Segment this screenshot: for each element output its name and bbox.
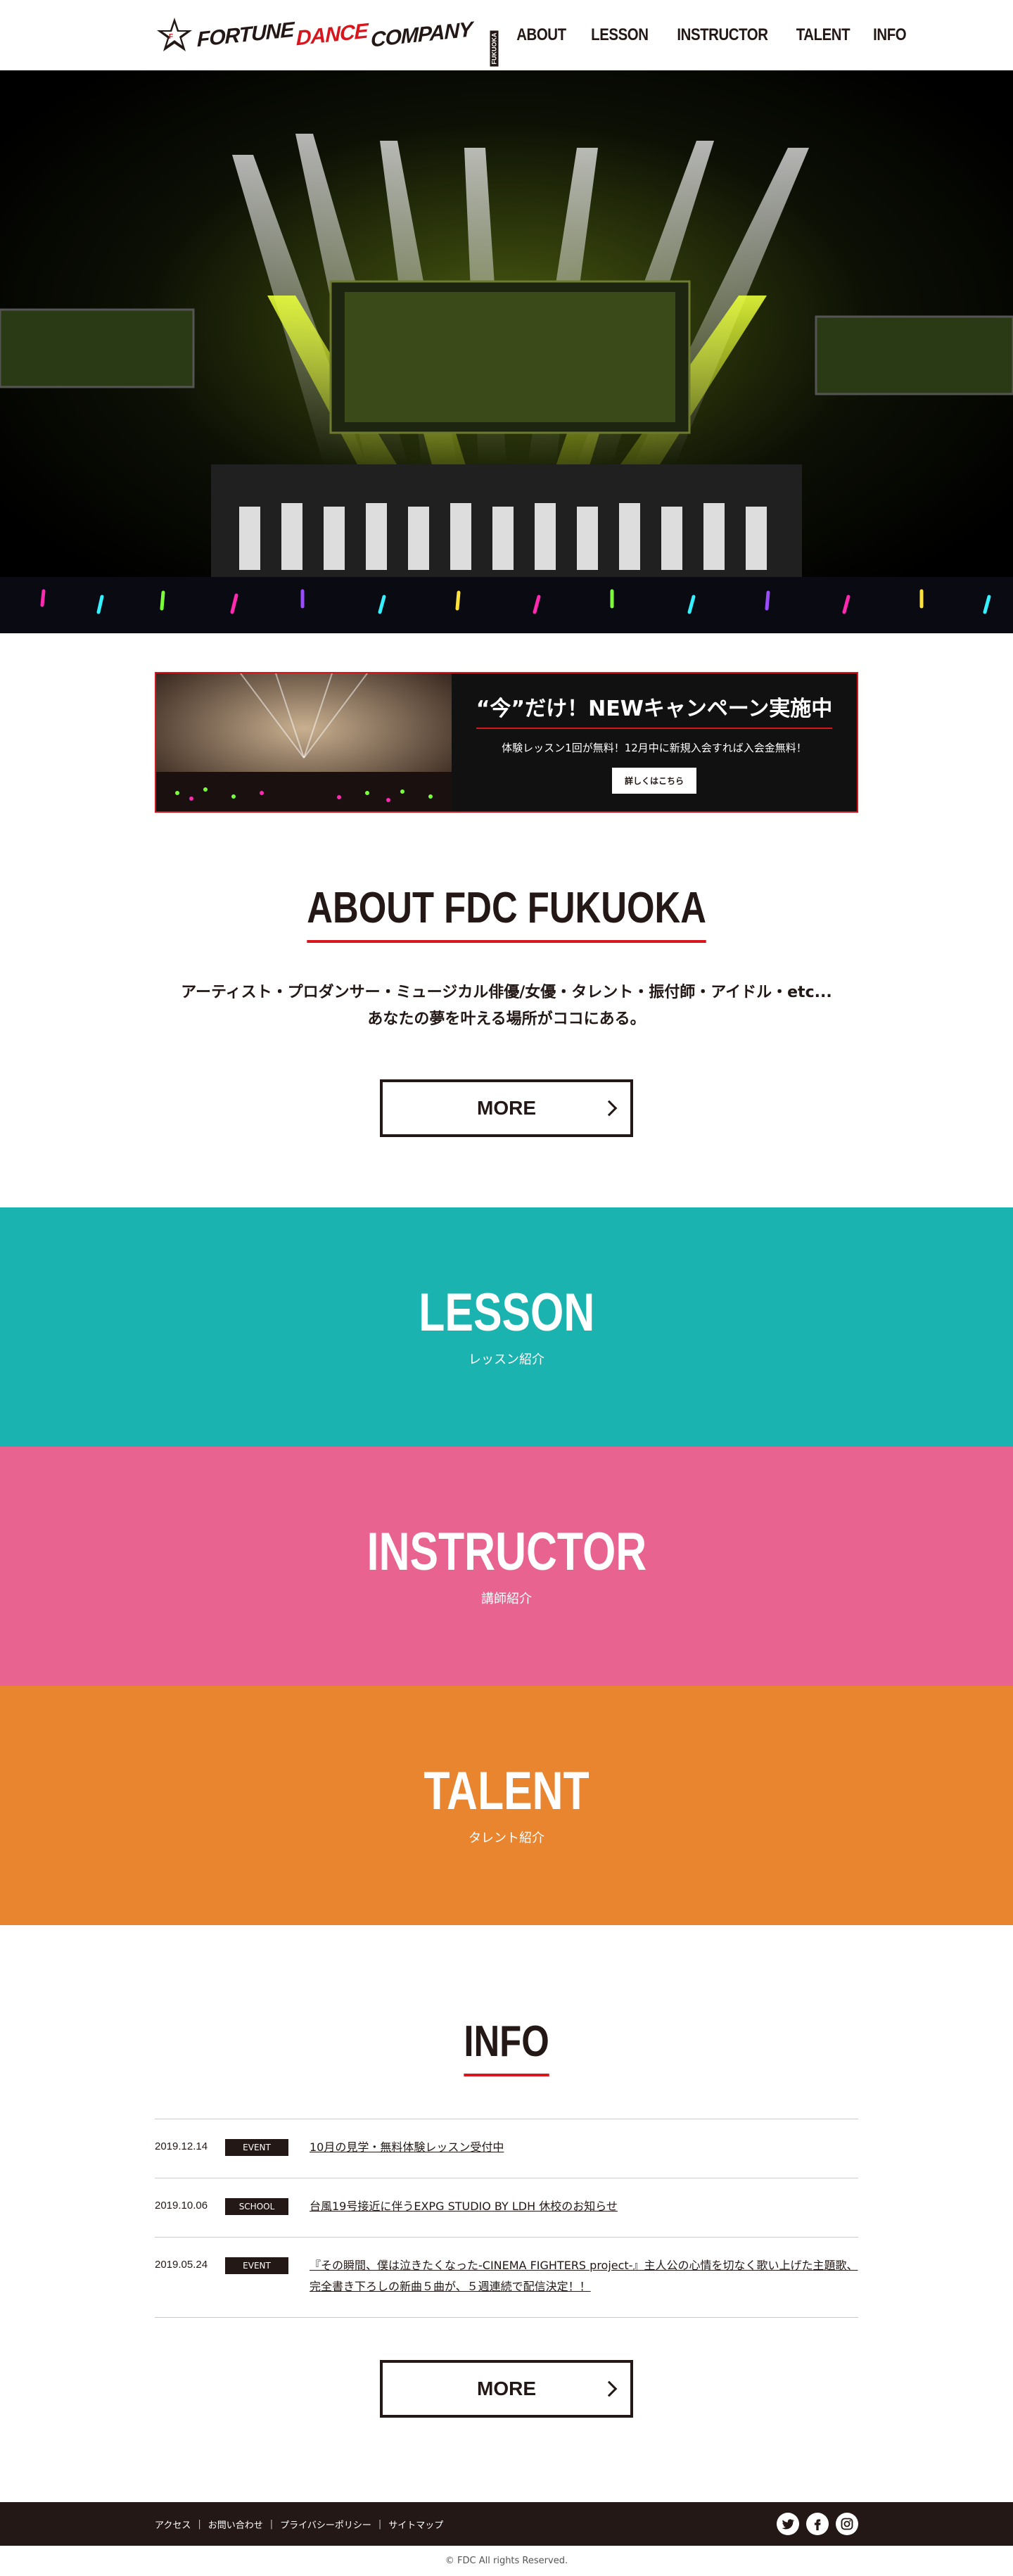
talent-panel[interactable]: TALENT タレント紹介 [0, 1686, 1013, 1925]
info-date: 2019.10.06 [155, 2200, 208, 2212]
talent-title: TALENT [423, 1761, 590, 1821]
info-item: 2019.05.24 EVENT 『その瞬間、僕は泣きたくなった-CINEMA … [155, 2238, 858, 2318]
info-title: INFO [464, 2017, 549, 2076]
logo-word-company: COMPANY [371, 18, 473, 52]
main-nav: ABOUT LESSON INSTRUCTOR TALENT INFO [512, 25, 909, 45]
instructor-panel[interactable]: INSTRUCTOR 講師紹介 [0, 1447, 1013, 1686]
campaign-details-button[interactable]: 詳しくはこちら [611, 768, 696, 794]
campaign-section: “今”だけ！NEWキャンペーン実施中 体験レッスン1回が無料！12月中に新規入会… [0, 633, 1013, 813]
footer-link-sitemap[interactable]: サイトマップ [388, 2518, 443, 2531]
info-link[interactable]: 10月の見学・無料体験レッスン受付中 [310, 2137, 858, 2158]
footer-separator: | [378, 2518, 382, 2530]
about-text-line2: あなたの夢を叶える場所がココにある。 [367, 1010, 646, 1028]
about-more-label: MORE [477, 1097, 536, 1119]
footer-separator: | [198, 2518, 201, 2530]
chevron-right-icon [601, 1100, 618, 1117]
info-item: 2019.12.14 EVENT 10月の見学・無料体験レッスン受付中 [155, 2119, 858, 2178]
instructor-subtitle: 講師紹介 [481, 1592, 532, 1606]
nav-info[interactable]: INFO [873, 25, 906, 45]
logo-word-fortune: FORTUNE [197, 18, 294, 52]
chevron-right-icon [601, 2380, 618, 2397]
logo-tag-fukuoka: FUKUOKA [490, 30, 499, 67]
hero-image [0, 70, 1013, 633]
info-link[interactable]: 『その瞬間、僕は泣きたくなった-CINEMA FIGHTERS project-… [310, 2255, 858, 2297]
info-section: INFO 2019.12.14 EVENT 10月の見学・無料体験レッスン受付中… [0, 1925, 1013, 2418]
info-list: 2019.12.14 EVENT 10月の見学・無料体験レッスン受付中 2019… [155, 2119, 858, 2318]
site-logo[interactable]: F FORTUNE DANCE COMPANY FUKUOKA [155, 11, 512, 67]
info-item: 2019.10.06 SCHOOL 台風19号接近に伴うEXPG STUDIO … [155, 2178, 858, 2238]
footer-separator: | [269, 2518, 274, 2530]
lesson-panel[interactable]: LESSON レッスン紹介 [0, 1207, 1013, 1447]
instagram-icon[interactable] [836, 2513, 858, 2535]
footer-link-privacy[interactable]: プライバシーポリシー [280, 2518, 371, 2531]
talent-subtitle: タレント紹介 [469, 1831, 544, 1846]
lesson-subtitle: レッスン紹介 [469, 1352, 544, 1367]
info-date: 2019.12.14 [155, 2140, 208, 2152]
about-section: ABOUT FDC FUKUOKA アーティスト・プロダンサー・ミュージカル俳優… [0, 813, 1013, 1207]
footer-link-contact[interactable]: お問い合わせ [208, 2518, 263, 2531]
copyright: © FDC All rights Reserved. [445, 2556, 568, 2566]
about-more-button[interactable]: MORE [380, 1079, 633, 1137]
footer-links: アクセス | お問い合わせ | プライバシーポリシー | サイトマップ [155, 2518, 443, 2531]
twitter-icon[interactable] [777, 2513, 799, 2535]
info-date: 2019.05.24 [155, 2259, 208, 2271]
lesson-title: LESSON [419, 1283, 594, 1343]
site-footer: アクセス | お問い合わせ | プライバシーポリシー | サイトマップ [0, 2502, 1013, 2546]
facebook-icon[interactable] [806, 2513, 829, 2535]
info-link[interactable]: 台風19号接近に伴うEXPG STUDIO BY LDH 休校のお知らせ [310, 2196, 858, 2217]
info-more-button[interactable]: MORE [380, 2360, 633, 2418]
footer-link-access[interactable]: アクセス [155, 2518, 191, 2531]
social-links [777, 2513, 858, 2535]
info-more-label: MORE [477, 2378, 536, 2399]
site-header: F FORTUNE DANCE COMPANY FUKUOKA ABOUT LE… [0, 0, 1013, 70]
campaign-title: “今”だけ！NEWキャンペーン実施中 [476, 691, 833, 729]
category-badge: EVENT [225, 2257, 288, 2274]
campaign-subtitle: 体験レッスン1回が無料！12月中に新規入会すれば入会金無料！ [502, 742, 807, 754]
campaign-banner[interactable]: “今”だけ！NEWキャンペーン実施中 体験レッスン1回が無料！12月中に新規入会… [155, 672, 858, 813]
category-badge: SCHOOL [225, 2198, 288, 2215]
nav-instructor[interactable]: INSTRUCTOR [677, 25, 768, 45]
instructor-title: INSTRUCTOR [367, 1522, 646, 1582]
nav-lesson[interactable]: LESSON [591, 25, 649, 45]
svg-text:F: F [169, 33, 173, 41]
about-title: ABOUT FDC FUKUOKA [307, 883, 706, 943]
star-logo-icon: F [155, 15, 194, 55]
nav-talent[interactable]: TALENT [796, 25, 850, 45]
category-badge: EVENT [225, 2139, 288, 2156]
concert-image [156, 673, 452, 811]
nav-about[interactable]: ABOUT [516, 25, 566, 45]
logo-word-dance: DANCE [296, 19, 369, 51]
about-text-line1: アーティスト・プロダンサー・ミュージカル俳優/女優・タレント・振付師・アイドル・… [181, 984, 832, 1001]
